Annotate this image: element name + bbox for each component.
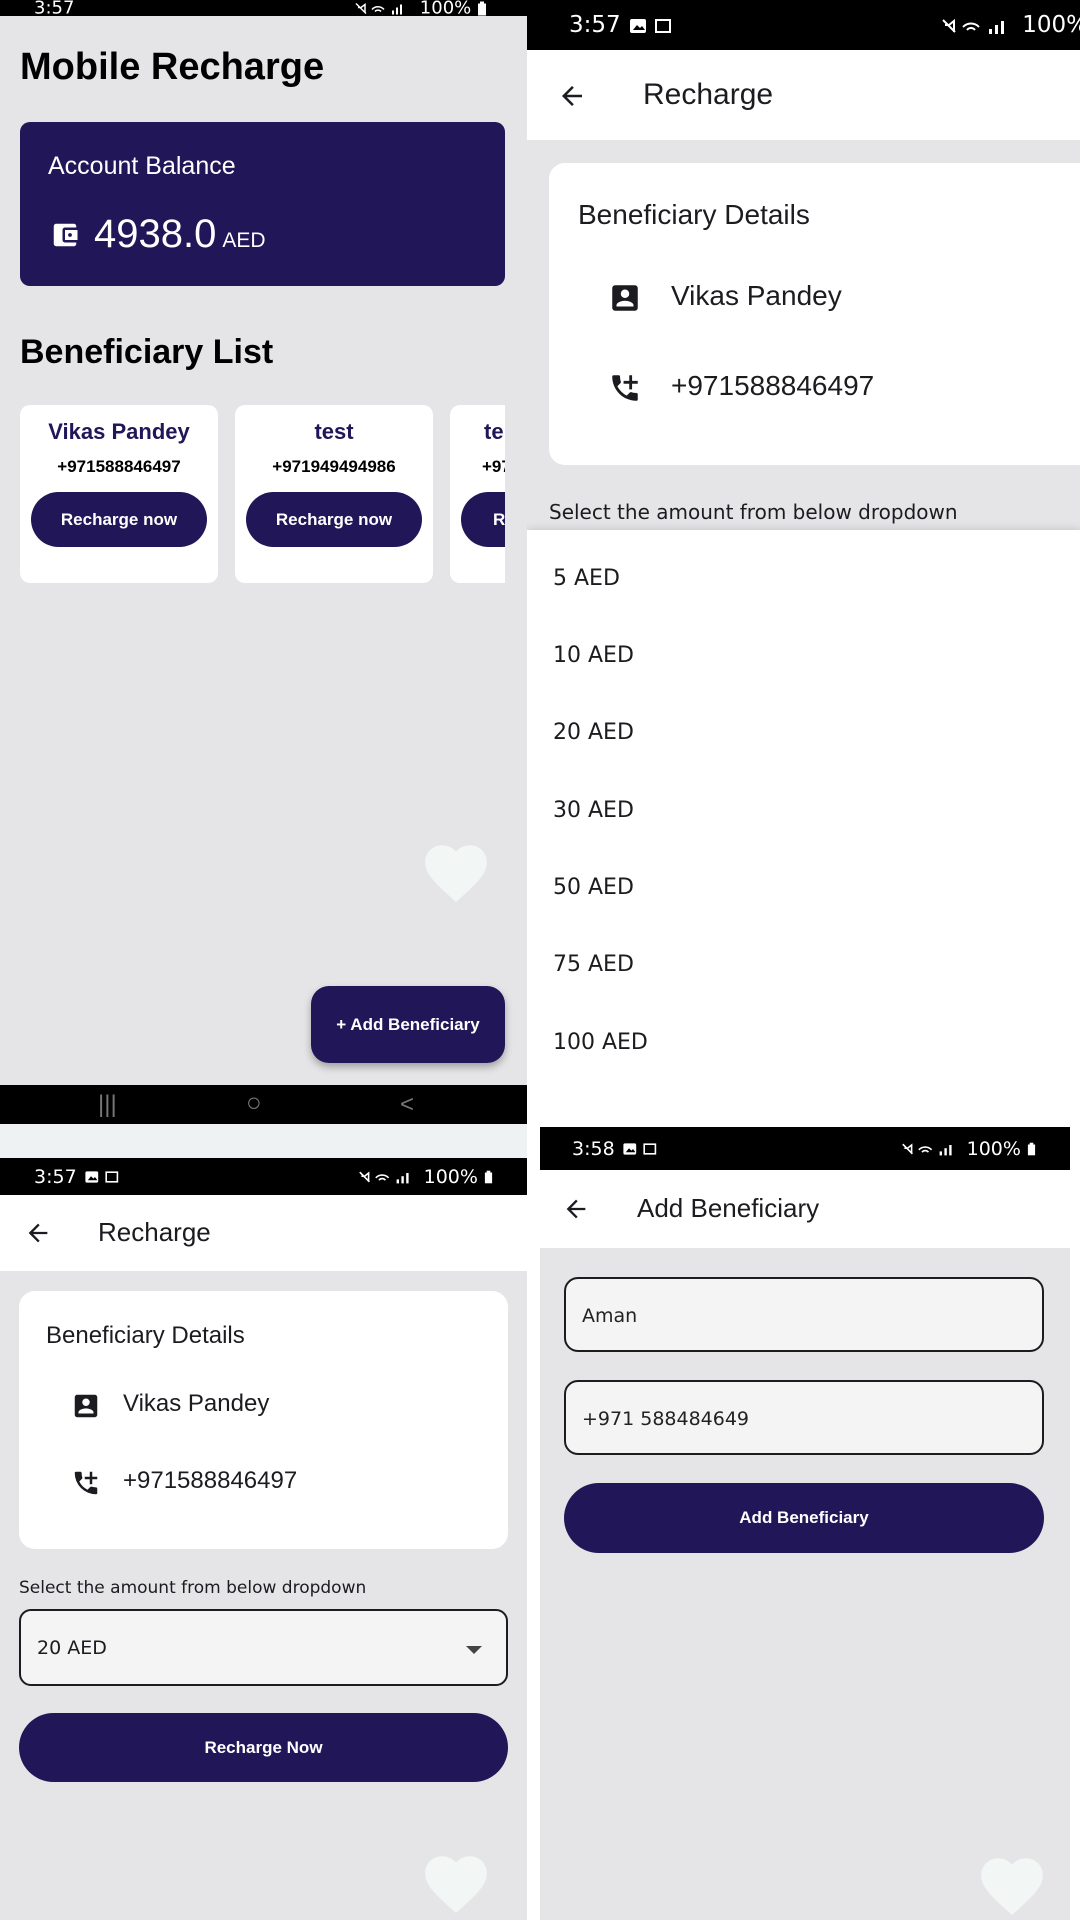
- add-beneficiary-button[interactable]: Add Beneficiary: [564, 1483, 1044, 1553]
- back-arrow-icon[interactable]: [557, 81, 587, 111]
- battery-percent: 100%: [966, 1137, 1021, 1160]
- app-bar-title: Recharge: [98, 1217, 211, 1247]
- beneficiary-details-card: Beneficiary Details Vikas Pandey +971588…: [549, 163, 1080, 465]
- recharge-screen-dropdown-open: 3:57 100% Recharge Beneficiary Details V…: [527, 0, 1080, 1097]
- contact-icon: [74, 1394, 98, 1418]
- battery-icon: [484, 1170, 493, 1184]
- dropdown-arrow-icon: [466, 1646, 482, 1654]
- beneficiary-card: test +971949494986 Recharge now: [235, 405, 433, 583]
- phone-input-value: +971 588484649: [582, 1408, 750, 1430]
- amount-option[interactable]: 100 AED: [553, 1030, 648, 1055]
- status-bar: 3:57 100%: [0, 0, 527, 19]
- app-bar-title: Recharge: [643, 78, 774, 111]
- phone-icon: [74, 1471, 98, 1495]
- beneficiary-name: te: [484, 419, 504, 444]
- selected-amount: 20 AED: [37, 1637, 107, 1659]
- status-icons: [901, 1143, 952, 1156]
- recharge-now-button[interactable]: Recharge now: [246, 492, 422, 547]
- beneficiary-list[interactable]: Vikas Pandey +971588846497 Recharge now …: [20, 405, 505, 585]
- card-title: Beneficiary Details: [46, 1322, 245, 1349]
- amount-option[interactable]: 10 AED: [553, 643, 634, 668]
- amount-prompt: Select the amount from below dropdown: [549, 500, 958, 524]
- notification-icons: [85, 1171, 118, 1183]
- recharge-screen: 3:57 100% Recharge Beneficiary Details V…: [0, 1124, 527, 1920]
- balance-amount: 4938.0: [94, 212, 217, 256]
- notification-icons: [629, 18, 671, 33]
- status-time: 3:58: [572, 1137, 615, 1160]
- beneficiary-phone: +971949494986: [272, 457, 396, 476]
- beneficiary-card: te +97 R: [450, 405, 505, 583]
- beneficiary-details-card: Beneficiary Details Vikas Pandey +971588…: [19, 1291, 508, 1549]
- status-time: 3:57: [34, 1165, 77, 1188]
- app-bar: Recharge: [0, 1195, 527, 1271]
- phone-icon: [612, 375, 638, 401]
- status-icons: [942, 18, 1004, 34]
- back-button[interactable]: <: [400, 1091, 414, 1119]
- amount-option[interactable]: 75 AED: [553, 952, 634, 977]
- beneficiary-phone: +97: [482, 457, 505, 476]
- home-button[interactable]: ○: [246, 1087, 262, 1118]
- status-time: 3:57: [34, 0, 75, 19]
- amount-option[interactable]: 5 AED: [553, 566, 620, 591]
- divider: [527, 1097, 1080, 1127]
- add-beneficiary-fab[interactable]: + Add Beneficiary: [311, 986, 505, 1063]
- heart-icon[interactable]: [418, 1847, 494, 1915]
- battery-icon: [478, 1, 486, 16]
- page-title: Mobile Recharge: [20, 46, 325, 88]
- status-bar: 3:57 100%: [0, 1158, 527, 1195]
- beneficiary-name: test: [314, 419, 354, 444]
- add-beneficiary-screen: 3:58 100% Add Beneficiary Aman +971 5884…: [540, 1127, 1070, 1920]
- heart-icon[interactable]: [974, 1849, 1050, 1917]
- card-title: Beneficiary Details: [578, 199, 810, 230]
- amount-prompt: Select the amount from below dropdown: [19, 1578, 367, 1598]
- back-arrow-icon[interactable]: [562, 1195, 590, 1223]
- name-input-value: Aman: [582, 1305, 638, 1327]
- amount-select[interactable]: 20 AED: [19, 1609, 508, 1686]
- beneficiary-name: Vikas Pandey: [123, 1390, 270, 1417]
- recharge-now-button[interactable]: R: [461, 492, 505, 547]
- recharge-now-button[interactable]: Recharge now: [31, 492, 207, 547]
- wallet-icon: [53, 223, 78, 247]
- beneficiary-phone: +971588846497: [671, 370, 875, 401]
- beneficiary-phone: +971588846497: [57, 457, 181, 476]
- section-title: Beneficiary List: [20, 333, 274, 371]
- back-arrow-icon[interactable]: [24, 1219, 52, 1247]
- amount-option[interactable]: 30 AED: [553, 798, 634, 823]
- app-bar: Add Beneficiary: [540, 1170, 1070, 1248]
- app-bar: Recharge: [527, 50, 1080, 140]
- navigation-bar: ||| ○ <: [0, 1085, 527, 1124]
- name-input[interactable]: Aman: [564, 1277, 1044, 1352]
- status-icons: [358, 1171, 409, 1184]
- balance-currency: AED: [222, 229, 266, 252]
- status-bar: 3:57 100%: [527, 0, 1080, 50]
- divider: [0, 1124, 527, 1158]
- home-screen: 3:57 100% Mobile Recharge Account Balanc…: [0, 0, 527, 1124]
- recents-button[interactable]: |||: [98, 1091, 117, 1119]
- balance-label: Account Balance: [48, 152, 236, 180]
- battery-percent: 100%: [1022, 12, 1080, 38]
- amount-dropdown-menu: 5 AED 10 AED 20 AED 30 AED 50 AED 75 AED…: [527, 530, 1080, 1097]
- status-time: 3:57: [569, 12, 621, 38]
- app-bar-title: Add Beneficiary: [637, 1193, 820, 1223]
- recharge-now-button[interactable]: Recharge Now: [19, 1713, 508, 1782]
- amount-option[interactable]: 50 AED: [553, 875, 634, 900]
- beneficiary-name: Vikas Pandey: [671, 280, 842, 311]
- phone-input[interactable]: +971 588484649: [564, 1380, 1044, 1455]
- balance-card: Account Balance 4938.0 AED: [20, 122, 505, 286]
- battery-icon: [1027, 1142, 1036, 1156]
- battery-percent: 100%: [423, 1165, 478, 1188]
- beneficiary-card: Vikas Pandey +971588846497 Recharge now: [20, 405, 218, 583]
- battery-percent: 100%: [419, 0, 472, 19]
- beneficiary-phone: +971588846497: [123, 1467, 298, 1494]
- amount-option[interactable]: 20 AED: [553, 720, 634, 745]
- status-bar: 3:58 100%: [540, 1127, 1070, 1170]
- heart-icon[interactable]: [418, 836, 494, 904]
- beneficiary-name: Vikas Pandey: [48, 419, 190, 444]
- contact-icon: [612, 285, 638, 311]
- status-icons: [355, 2, 403, 15]
- notification-icons: [623, 1143, 656, 1155]
